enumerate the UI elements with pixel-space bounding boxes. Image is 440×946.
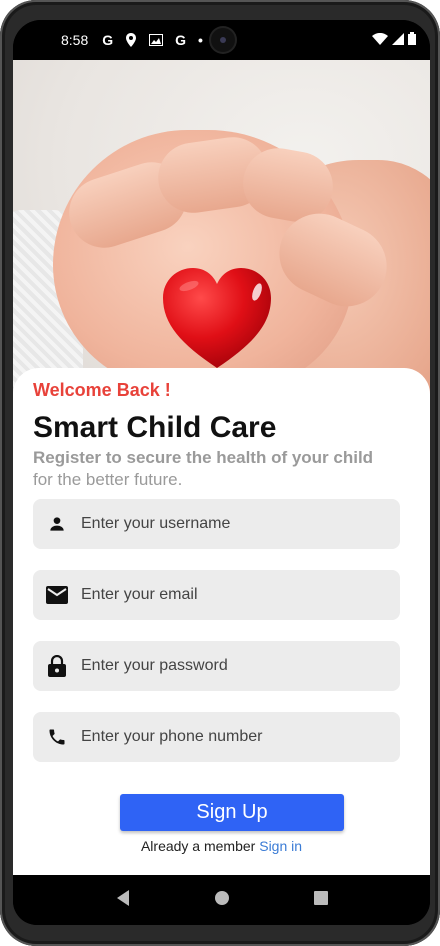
location-icon	[125, 33, 137, 47]
email-field[interactable]	[33, 570, 400, 620]
status-time: 8:58	[61, 32, 89, 48]
recents-icon[interactable]	[314, 890, 329, 910]
wifi-icon	[372, 32, 388, 48]
person-icon	[33, 514, 81, 534]
screen: 8:58 G G • Welcome Back ! Smart Child Ca…	[13, 20, 430, 925]
hero-image	[13, 60, 430, 400]
status-right-icons	[372, 32, 416, 48]
password-field[interactable]	[33, 641, 400, 691]
status-bar: 8:58 G G •	[13, 20, 430, 60]
signup-button[interactable]: Sign Up	[120, 794, 344, 831]
google-icon: G	[102, 32, 114, 48]
heart-icon	[163, 268, 271, 368]
username-input[interactable]	[81, 515, 381, 533]
signin-link[interactable]: Sign in	[259, 838, 302, 854]
phone-field[interactable]	[33, 712, 400, 762]
signal-icon	[392, 32, 404, 48]
phone-icon	[33, 727, 81, 747]
navigation-bar	[13, 875, 430, 925]
page-subtitle: Register to secure the health of your ch…	[33, 447, 403, 491]
google-icon: G	[175, 32, 187, 48]
lock-icon	[33, 655, 81, 677]
username-field[interactable]	[33, 499, 400, 549]
welcome-text: Welcome Back !	[33, 380, 171, 400]
device-frame: 8:58 G G • Welcome Back ! Smart Child Ca…	[0, 0, 440, 946]
subtitle-rest: for the better future.	[33, 470, 183, 489]
front-camera	[211, 28, 235, 52]
dot-icon: •	[198, 32, 203, 48]
signin-prompt: Already a member Sign in	[13, 838, 430, 854]
battery-icon	[408, 32, 416, 48]
member-text: Already a member	[140, 838, 256, 854]
signup-card: Welcome Back ! Smart Child Care Register…	[13, 368, 430, 878]
mail-icon	[33, 586, 81, 604]
email-input[interactable]	[81, 586, 381, 604]
password-input[interactable]	[81, 657, 381, 675]
page-title: Smart Child Care	[33, 411, 277, 444]
gallery-icon	[149, 34, 164, 46]
back-icon[interactable]	[115, 889, 131, 912]
phone-input[interactable]	[81, 728, 381, 746]
subtitle-bold: Register to secure the health of your ch…	[33, 448, 374, 467]
home-icon[interactable]	[214, 890, 230, 911]
